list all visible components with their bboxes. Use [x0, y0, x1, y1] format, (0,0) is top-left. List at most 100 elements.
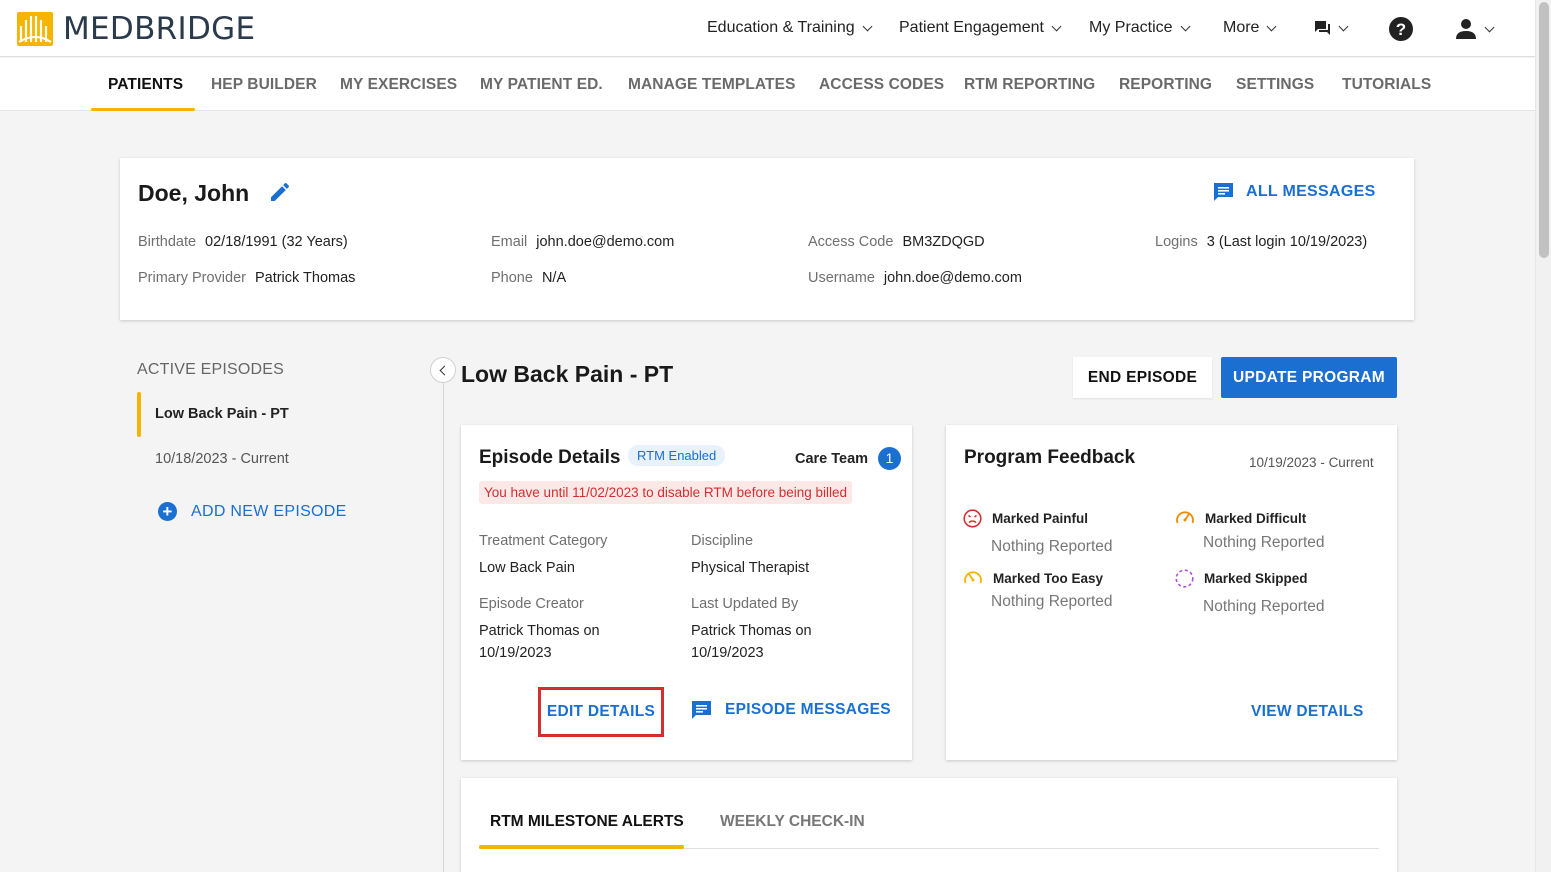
chat-icon	[1315, 21, 1330, 35]
pencil-icon[interactable]	[268, 180, 292, 204]
tab-my-patient-ed[interactable]: MY PATIENT ED.	[480, 76, 603, 94]
marked-skipped-value: Nothing Reported	[1203, 598, 1325, 615]
active-episodes-heading: ACTIVE EPISODES	[137, 361, 285, 378]
feedback-date-range: 10/19/2023 - Current	[1249, 455, 1374, 470]
nav-label: Patient Engagement	[899, 19, 1044, 36]
messages-menu[interactable]	[1314, 20, 1349, 36]
rtm-billing-warning: You have until 11/02/2023 to disable RTM…	[479, 481, 853, 504]
discipline-value: Physical Therapist	[691, 560, 810, 576]
episode-messages-button[interactable]: EPISODE MESSAGES	[691, 700, 891, 720]
care-team-count-badge: 1	[878, 447, 902, 470]
nav-label: More	[1223, 19, 1260, 36]
edit-details-button[interactable]: EDIT DETAILS	[538, 687, 664, 737]
nav-label: Education & Training	[707, 19, 855, 36]
marked-skipped-item: Marked Skipped	[1175, 569, 1308, 588]
chevron-left-icon	[439, 365, 450, 375]
field-label: Phone	[491, 270, 533, 286]
column-divider	[443, 370, 444, 872]
patient-info-card: Doe, John ALL MESSAGES Birthdate 02/18/19…	[120, 158, 1414, 320]
account-menu[interactable]	[1455, 18, 1495, 40]
tab-my-exercises[interactable]: MY EXERCISES	[340, 76, 457, 94]
tab-settings[interactable]: SETTINGS	[1236, 76, 1314, 94]
rtm-status-badge: RTM Enabled	[628, 445, 726, 466]
marked-difficult-label: Marked Difficult	[1205, 510, 1307, 526]
active-tab-indicator	[479, 845, 684, 849]
tab-weekly-check-in[interactable]: WEEKLY CHECK-IN	[720, 813, 865, 831]
add-episode-label: ADD NEW EPISODE	[191, 502, 347, 520]
marked-difficult-item: Marked Difficult	[1175, 509, 1306, 527]
care-team-button[interactable]: Care Team 1	[795, 447, 902, 470]
medbridge-logo[interactable]: MEDBRIDGE	[17, 11, 255, 47]
marked-difficult-value: Nothing Reported	[1203, 534, 1325, 551]
chevron-down-icon	[862, 21, 873, 31]
field-value: 02/18/1991 (32 Years)	[205, 234, 348, 250]
tab-rtm-milestone-alerts[interactable]: RTM MILESTONE ALERTS	[490, 813, 684, 831]
help-icon: ?	[1389, 17, 1413, 41]
phone-field: Phone N/A	[491, 270, 566, 286]
discipline-label: Discipline	[691, 533, 754, 549]
nav-patient-engagement[interactable]: Patient Engagement	[899, 19, 1062, 37]
field-label: Username	[808, 270, 875, 286]
marked-too-easy-value: Nothing Reported	[991, 593, 1113, 610]
chevron-down-icon	[1338, 21, 1349, 31]
tab-access-codes[interactable]: ACCESS CODES	[819, 76, 944, 94]
tab-tutorials[interactable]: TUTORIALS	[1342, 76, 1431, 94]
message-icon	[1214, 183, 1233, 201]
patient-name: Doe, John	[138, 180, 250, 206]
episode-messages-label: EPISODE MESSAGES	[725, 701, 891, 718]
username-field: Username john.doe@demo.com	[808, 270, 1022, 286]
nav-label: My Practice	[1089, 19, 1173, 36]
episode-list-item[interactable]: Low Back Pain - PT	[155, 406, 289, 422]
field-value: john.doe@demo.com	[883, 270, 1022, 286]
update-program-button[interactable]: UPDATE PROGRAM	[1221, 357, 1397, 398]
treatment-category-value: Low Back Pain	[479, 560, 575, 576]
chevron-down-icon	[1051, 21, 1062, 31]
plus-icon: +	[158, 502, 177, 521]
gauge-low-icon	[964, 571, 982, 584]
help-button[interactable]: ?	[1389, 17, 1413, 41]
nav-my-practice[interactable]: My Practice	[1089, 19, 1191, 37]
brand-name: MEDBRIDGE	[63, 11, 256, 47]
scrollbar-thumb[interactable]	[1539, 2, 1549, 258]
nav-more[interactable]: More	[1223, 19, 1277, 37]
marked-painful-value: Nothing Reported	[991, 538, 1113, 555]
view-details-link[interactable]: VIEW DETAILS	[1251, 703, 1364, 721]
active-tab-indicator	[91, 108, 195, 111]
marked-painful-item: Marked Painful	[963, 509, 1088, 528]
field-value: BM3ZDQGD	[902, 234, 985, 250]
field-label: Logins	[1155, 234, 1198, 250]
primary-provider-field: Primary Provider Patrick Thomas	[138, 270, 355, 286]
last-updated-label: Last Updated By	[691, 596, 799, 612]
chevron-down-icon	[1484, 22, 1495, 32]
top-bar: MEDBRIDGE Education & Training Patient E…	[0, 0, 1535, 57]
marked-too-easy-label: Marked Too Easy	[993, 570, 1104, 586]
all-messages-button[interactable]: ALL MESSAGES	[1213, 182, 1376, 202]
chevron-down-icon	[1180, 21, 1191, 31]
tab-manage-templates[interactable]: MANAGE TEMPLATES	[628, 76, 796, 94]
dashed-circle-icon	[1175, 569, 1194, 588]
page-scrollbar[interactable]	[1535, 0, 1551, 872]
field-value: 3 (Last login 10/19/2023)	[1206, 234, 1368, 250]
add-new-episode-button[interactable]: + ADD NEW EPISODE	[158, 502, 347, 521]
sad-face-icon	[963, 509, 982, 528]
tab-hep-builder[interactable]: HEP BUILDER	[211, 76, 317, 94]
birthdate-field: Birthdate 02/18/1991 (32 Years)	[138, 234, 348, 250]
svg-text:?: ?	[1396, 20, 1406, 39]
nav-education-training[interactable]: Education & Training	[707, 19, 873, 37]
marked-too-easy-item: Marked Too Easy	[963, 569, 1103, 587]
access-code-field: Access Code BM3ZDQGD	[808, 234, 985, 250]
tab-rtm-reporting[interactable]: RTM REPORTING	[964, 76, 1095, 94]
message-icon	[692, 701, 711, 719]
field-label: Birthdate	[138, 234, 197, 250]
gauge-high-icon	[1176, 511, 1194, 524]
field-label: Email	[491, 234, 528, 250]
tab-reporting[interactable]: REPORTING	[1119, 76, 1212, 94]
treatment-category-label: Treatment Category	[479, 533, 608, 549]
field-value: N/A	[541, 270, 567, 286]
end-episode-button[interactable]: END EPISODE	[1073, 357, 1212, 398]
all-messages-label: ALL MESSAGES	[1246, 183, 1376, 200]
episode-title: Low Back Pain - PT	[461, 361, 674, 387]
tab-patients[interactable]: PATIENTS	[108, 76, 183, 94]
collapse-sidebar-button[interactable]	[430, 357, 456, 383]
field-value: Patrick Thomas	[254, 270, 356, 286]
